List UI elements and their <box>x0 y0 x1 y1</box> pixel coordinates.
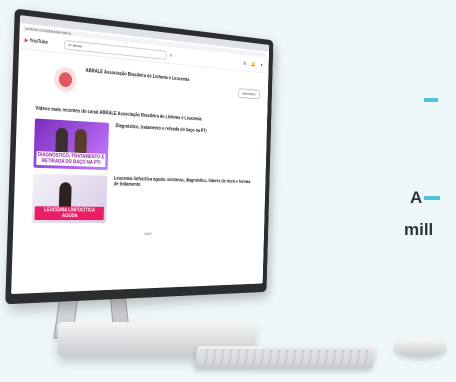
person-figure <box>74 129 87 154</box>
accent-dash <box>424 196 440 200</box>
video-title[interactable]: Leucemia linfocítica aguda: sintomas, di… <box>114 176 252 190</box>
keyboard-keys <box>198 349 372 365</box>
monitor: youtube.com/@abrale/videos ▶ YouTube Ici… <box>5 8 273 304</box>
video-item[interactable]: LEUCEMIA LINFOCÍTICA AGUDA Leucemia linf… <box>13 170 265 226</box>
more-link[interactable]: MAIS <box>13 225 264 237</box>
accent-dash-top <box>424 98 438 102</box>
thumbnail-caption: LEUCEMIA LINFOCÍTICA AGUDA <box>34 206 104 220</box>
channel-avatar[interactable] <box>54 66 77 93</box>
channel-info: ABRALE Associação Brasileira de Linfoma … <box>85 69 238 87</box>
video-title[interactable]: Diagnóstico, tratamento e retirada do ba… <box>115 123 206 134</box>
thumbnail-caption: DIAGNÓSTICO, TRATAMENTO E RETIRADA DO BA… <box>36 151 105 167</box>
channel-name[interactable]: ABRALE Associação Brasileira de Linfoma … <box>85 69 238 87</box>
screen: youtube.com/@abrale/videos ▶ YouTube Ici… <box>11 15 269 294</box>
side-text-word: mill <box>404 220 433 240</box>
search-icon[interactable]: ⌕ <box>170 53 173 60</box>
video-info: Diagnóstico, tratamento e retirada do ba… <box>108 123 207 173</box>
video-thumbnail[interactable]: DIAGNÓSTICO, TRATAMENTO E RETIRADA DO BA… <box>33 118 109 170</box>
person-figure <box>59 182 72 207</box>
keyboard <box>194 346 375 368</box>
youtube-logo[interactable]: ▶ YouTube <box>25 38 48 46</box>
video-thumbnail[interactable]: LEUCEMIA LINFOCÍTICA AGUDA <box>32 174 108 223</box>
side-text-letter: A <box>410 188 422 208</box>
header-icons[interactable]: ⊞ 🔔 ● <box>243 61 264 68</box>
person-figure <box>55 128 68 154</box>
subscribe-button[interactable]: INSCRITO <box>238 88 260 99</box>
mouse <box>394 338 446 356</box>
youtube-logo-text: YouTube <box>29 38 48 46</box>
video-info: Leucemia linfocítica aguda: sintomas, di… <box>106 176 252 223</box>
